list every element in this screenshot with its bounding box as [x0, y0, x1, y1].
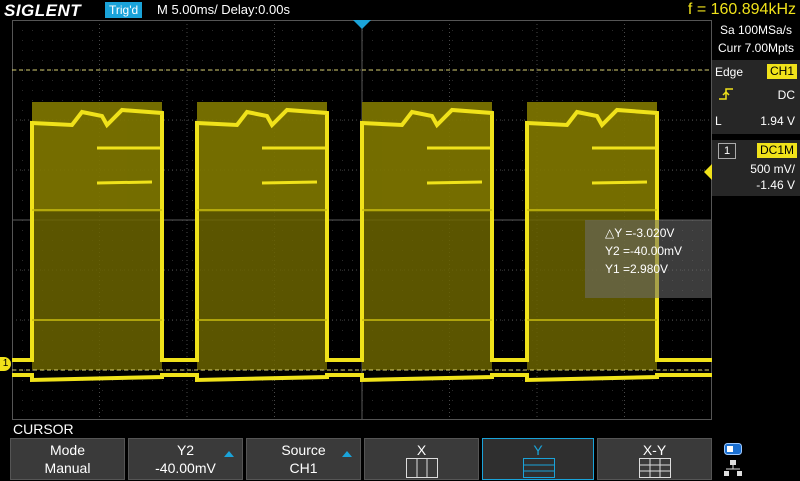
channel-coupling: DC1M [756, 143, 797, 158]
softkey-x-label: X [416, 442, 427, 458]
softkey-mode-value: Manual [44, 460, 91, 476]
trigger-source: CH1 [766, 64, 797, 79]
adjust-knob-icon [342, 451, 352, 457]
ch1-info-panel[interactable]: 1 DC1M 500 mV/ -1.46 V [712, 140, 800, 196]
channel-number: 1 [718, 143, 736, 159]
softkey-mode[interactable]: Mode Manual [10, 438, 125, 480]
network-icon [724, 460, 742, 481]
ch1-offset-marker-label: 1 [2, 358, 9, 369]
memory-depth: Curr 7.00Mpts [717, 41, 795, 55]
softkey-xy-label: X-Y [642, 442, 667, 458]
cursor-y2-value: Y2 =-40.00mV [605, 244, 683, 258]
softkey-y2[interactable]: Y2 -40.00mV [128, 438, 243, 480]
menu-title: CURSOR [13, 421, 74, 437]
channel-offset: -1.46 V [756, 178, 795, 192]
softkey-mode-label: Mode [49, 442, 86, 458]
softkey-y2-value: -40.00mV [155, 460, 216, 476]
waveform-display[interactable]: △Y =-3.020V Y2 =-40.00mV Y1 =2.980V [12, 20, 712, 420]
cursor-y-icon [523, 458, 555, 481]
top-status-bar: SIGLENT Trig'd M 5.00ms/ Delay:0.00s f =… [0, 0, 800, 20]
softkey-y[interactable]: Y [482, 438, 594, 480]
trigger-coupling: DC [777, 88, 795, 102]
trigger-level-value: 1.94 V [760, 114, 795, 128]
cursor-y1-value: Y1 =2.980V [605, 262, 669, 276]
usb-icon [724, 442, 742, 460]
cursor-x-icon [406, 458, 438, 481]
softkey-source[interactable]: Source CH1 [246, 438, 361, 480]
trigger-info-panel[interactable]: Edge CH1 DC L 1.94 V [712, 60, 800, 134]
timebase-readout[interactable]: M 5.00ms/ Delay:0.00s [157, 2, 290, 18]
brand-logo: SIGLENT [4, 1, 82, 20]
softkey-bar: Mode Manual Y2 -40.00mV Source CH1 X Y X… [0, 438, 800, 480]
cursor-readout-box: △Y =-3.020V Y2 =-40.00mV Y1 =2.980V [585, 220, 711, 298]
sample-rate: Sa 100MSa/s [719, 23, 793, 37]
cursor-delta-y: △Y =-3.020V [605, 226, 675, 240]
softkey-xy[interactable]: X-Y [597, 438, 712, 480]
softkey-x[interactable]: X [364, 438, 479, 480]
channel-scale: 500 mV/ [750, 162, 795, 176]
softkey-y-label: Y [533, 442, 543, 458]
softkey-source-value: CH1 [289, 460, 318, 476]
trigger-level-label: L [715, 114, 722, 128]
trigger-rising-edge-icon [718, 87, 734, 101]
trigger-status-badge: Trig'd [105, 2, 143, 18]
cursor-xy-icon [639, 458, 671, 481]
frequency-counter: f = 160.894kHz [687, 1, 796, 18]
ch1-offset-marker[interactable]: 1 [0, 357, 11, 371]
trigger-type: Edge [715, 65, 744, 79]
adjust-knob-icon [224, 451, 234, 457]
side-panel: Sa 100MSa/s Curr 7.00Mpts Edge CH1 DC L … [712, 20, 800, 420]
